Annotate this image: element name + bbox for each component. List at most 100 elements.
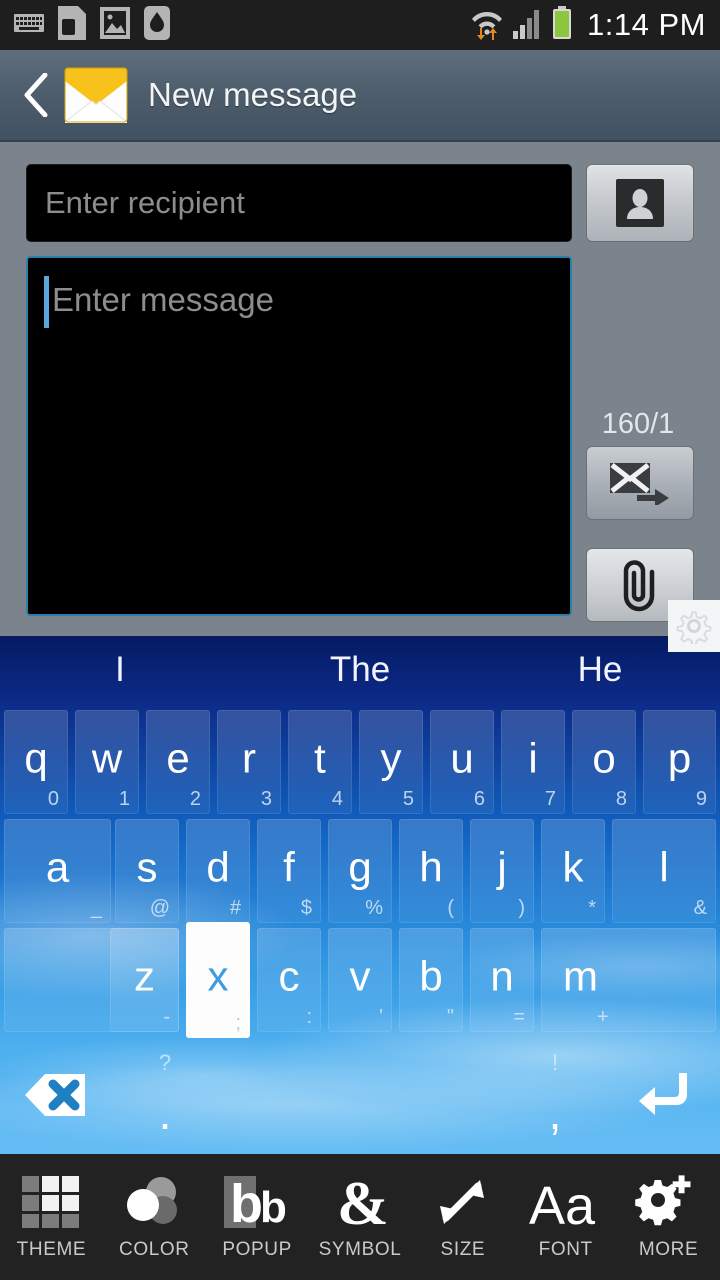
text-caret	[44, 276, 49, 328]
key-o[interactable]: o8	[572, 710, 636, 814]
key-p[interactable]: p9	[643, 710, 716, 814]
key-a[interactable]: a _	[4, 819, 111, 923]
key-label: h	[419, 843, 443, 891]
enter-icon	[639, 1073, 687, 1115]
key-hint: 1	[118, 788, 130, 810]
contacts-button[interactable]	[586, 164, 694, 242]
key-b[interactable]: b "	[399, 928, 463, 1032]
key-u[interactable]: u6	[430, 710, 494, 814]
key-label: d	[206, 843, 230, 891]
key-y[interactable]: y5	[359, 710, 423, 814]
key-w[interactable]: w1	[75, 710, 139, 814]
toolbar-item-more[interactable]: MORE	[617, 1154, 720, 1280]
key-d[interactable]: d #	[186, 819, 250, 923]
gear-icon	[676, 611, 712, 644]
key-x[interactable]: x;	[186, 922, 250, 1038]
key-label: t	[314, 734, 326, 782]
key-hint: 6	[473, 788, 485, 810]
toolbar-label: SIZE	[440, 1238, 486, 1260]
key-v[interactable]: v '	[328, 928, 392, 1032]
back-button[interactable]	[14, 65, 58, 125]
keyboard-toolbar: THEME COLOR b b POPUP & SYMBOL SIZE Aa F…	[0, 1154, 720, 1280]
space-key[interactable]	[220, 1036, 500, 1154]
key-label: n	[490, 952, 514, 1000]
suggestion-0[interactable]: I	[0, 636, 240, 704]
send-button[interactable]	[586, 446, 694, 520]
key-e[interactable]: e2	[146, 710, 210, 814]
key-c[interactable]: c:	[257, 928, 321, 1032]
key-label: s	[136, 843, 158, 891]
key-q[interactable]: q0	[4, 710, 68, 814]
backspace-key[interactable]	[0, 1036, 110, 1154]
key-label: g	[348, 843, 372, 891]
toolbar-item-theme[interactable]: THEME	[0, 1154, 103, 1280]
period-key[interactable]: ? .	[110, 1036, 220, 1154]
toolbar-item-popup[interactable]: b b POPUP	[206, 1154, 309, 1280]
key-hint: *	[588, 897, 596, 919]
compose-area: Enter recipient Enter message 160/1	[0, 142, 720, 636]
status-bar: 1:14 PM	[0, 0, 720, 50]
key-m[interactable]: m +	[541, 928, 716, 1032]
key-label: k	[562, 843, 584, 891]
keyboard-row-2: a _ s @ d # f $ g% h( j) k * l &	[0, 819, 720, 923]
key-i[interactable]: i7	[501, 710, 565, 814]
svg-text:b: b	[230, 1174, 263, 1230]
keyboard: I The He q0 w1 e2 r3 t4 y5 u6 i7 o8 p9 a…	[0, 636, 720, 1154]
toolbar-item-font[interactable]: Aa FONT	[514, 1154, 617, 1280]
key-f[interactable]: f $	[257, 819, 321, 923]
resize-arrows-icon	[432, 1174, 494, 1230]
toolbar-item-symbol[interactable]: & SYMBOL	[309, 1154, 412, 1280]
key-hint: ;	[235, 1012, 241, 1034]
key-label: e	[166, 734, 190, 782]
keyboard-icon	[14, 12, 44, 39]
key-hint: 0	[47, 788, 59, 810]
toolbar-item-color[interactable]: COLOR	[103, 1154, 206, 1280]
comma-key[interactable]: ! ,	[500, 1036, 610, 1154]
key-t[interactable]: t4	[288, 710, 352, 814]
enter-key[interactable]	[610, 1036, 720, 1154]
suggestion-1[interactable]: The	[240, 636, 480, 704]
recipient-input[interactable]: Enter recipient	[26, 164, 572, 242]
key-hint: %	[365, 897, 383, 919]
key-hint: ?	[158, 1050, 172, 1075]
toolbar-label: SYMBOL	[318, 1238, 402, 1260]
key-label: p	[667, 734, 692, 782]
toolbar-item-size[interactable]: SIZE	[411, 1154, 514, 1280]
message-input[interactable]: Enter message	[26, 256, 572, 616]
key-z[interactable]: z-	[110, 928, 179, 1032]
key-hint: :	[306, 1006, 312, 1028]
page-title: New message	[148, 76, 358, 113]
key-r[interactable]: r3	[217, 710, 281, 814]
key-hint: 3	[260, 788, 272, 810]
key-hint: 5	[402, 788, 414, 810]
key-label: q	[24, 734, 48, 782]
key-k[interactable]: k *	[541, 819, 605, 923]
font-aa-icon: Aa	[527, 1174, 605, 1230]
image-icon	[100, 6, 130, 44]
character-counter: 160/1	[601, 408, 675, 440]
key-hint: +	[597, 1006, 609, 1028]
key-n[interactable]: n =	[470, 928, 534, 1032]
key-label: y	[380, 734, 402, 782]
keyboard-row-1: q0 w1 e2 r3 t4 y5 u6 i7 o8 p9	[0, 710, 720, 814]
status-bar-left-icons	[14, 5, 170, 45]
keyboard-settings-button[interactable]	[668, 600, 720, 652]
toolbar-label: POPUP	[222, 1238, 292, 1260]
envelope-icon	[64, 67, 128, 123]
toolbar-label: COLOR	[119, 1238, 190, 1260]
key-s[interactable]: s @	[115, 819, 179, 923]
key-hint: )	[518, 897, 525, 919]
key-g[interactable]: g%	[328, 819, 392, 923]
key-label: w	[91, 734, 123, 782]
keyboard-bottom-row: ? . ! ,	[0, 1036, 720, 1154]
title-bar: New message	[0, 50, 720, 142]
key-l[interactable]: l &	[612, 819, 716, 923]
droplet-icon	[144, 5, 170, 45]
sim-card-icon	[58, 5, 86, 45]
screen-root: 1:14 PM New message Enter recipient Ente…	[0, 0, 720, 1280]
key-hint: "	[446, 1006, 454, 1028]
key-hint: !	[551, 1050, 559, 1075]
toolbar-label: MORE	[638, 1238, 699, 1260]
key-j[interactable]: j)	[470, 819, 534, 923]
key-h[interactable]: h(	[399, 819, 463, 923]
